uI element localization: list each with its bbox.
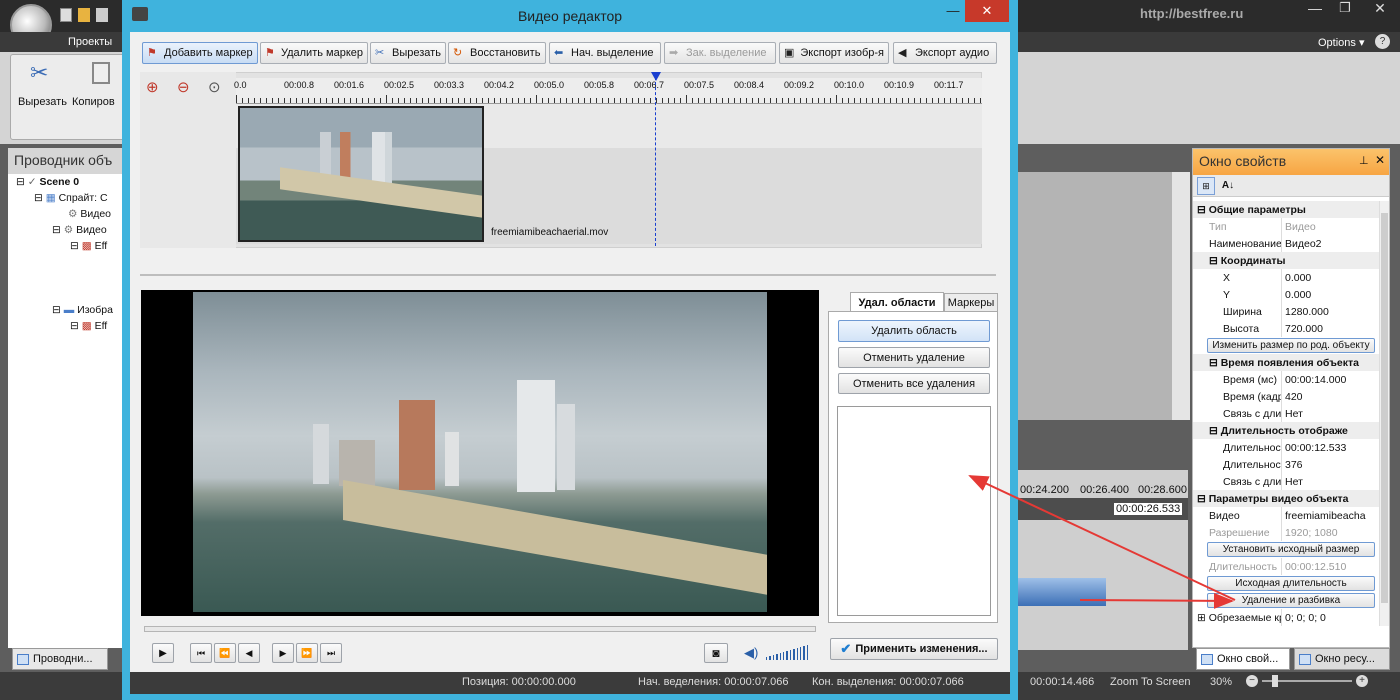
arrow-to-button (1079, 592, 1234, 609)
arrow-to-list (968, 475, 1236, 601)
annotation-arrows (968, 475, 1236, 609)
